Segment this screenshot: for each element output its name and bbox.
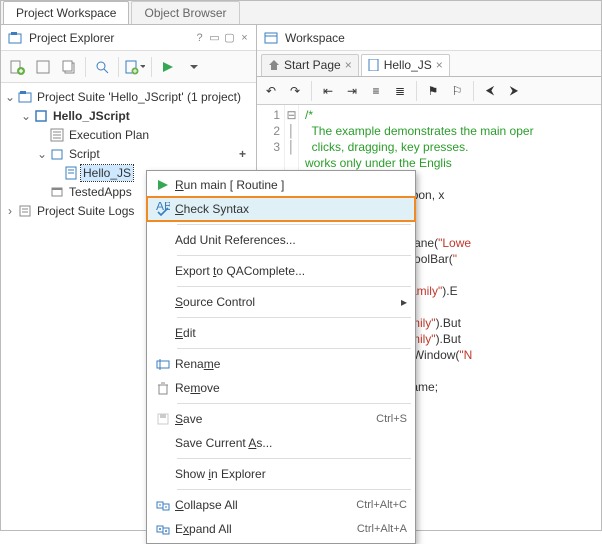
project-explorer-toolbar — [1, 51, 256, 83]
script-file-icon — [368, 59, 380, 71]
menu-accelerator: Ctrl+Alt+A — [357, 523, 407, 535]
menu-collapse-all[interactable]: Collapse AllCtrl+Alt+C — [147, 493, 415, 517]
menu-label: Source Control — [175, 295, 401, 309]
open-button[interactable] — [31, 55, 55, 79]
nav-fwd-button[interactable]: ⮞ — [504, 81, 524, 101]
menu-label: Check Syntax — [175, 202, 407, 216]
execution-plan-icon — [49, 127, 65, 143]
tab-object-browser[interactable]: Object Browser — [131, 1, 239, 24]
list-button[interactable]: ≡ — [366, 81, 386, 101]
bookmark2-button[interactable]: ⚐ — [447, 81, 467, 101]
tab-hello-js[interactable]: Hello_JS × — [361, 54, 450, 76]
undo-button[interactable]: ↶ — [261, 81, 281, 101]
menu-remove[interactable]: Remove — [147, 376, 415, 400]
menu-accelerator: Ctrl+S — [376, 413, 407, 425]
tested-apps-icon — [49, 184, 65, 200]
twisty-icon[interactable]: ⌄ — [3, 90, 17, 104]
run-menu-button[interactable] — [182, 55, 206, 79]
check-icon: ABC — [151, 202, 175, 216]
new-item-button[interactable] — [5, 55, 29, 79]
workspace-icon — [263, 30, 279, 46]
save-icon — [151, 412, 175, 426]
menu-label: Collapse All — [175, 498, 356, 512]
collapse-icon — [151, 498, 175, 512]
close-icon[interactable]: × — [345, 58, 352, 72]
script-folder-icon — [49, 146, 65, 162]
logs-icon — [17, 203, 33, 219]
editor-toolbar: ↶ ↷ ⇤ ⇥ ≡ ≣ ⚑ ⚐ ⮜ ⮞ — [257, 77, 601, 105]
project-icon — [33, 108, 49, 124]
project-explorer-header: Project Explorer ? ▭ ▢ × — [1, 25, 256, 51]
twisty-icon[interactable]: ⌄ — [35, 147, 49, 161]
submenu-arrow-icon: ▸ — [401, 295, 407, 309]
twisty-icon[interactable]: ⌄ — [19, 109, 33, 123]
menu-check-syntax[interactable]: ABC Check Syntax — [147, 197, 415, 221]
run-icon — [151, 178, 175, 192]
menu-add-unit-references: Add Unit References... — [147, 228, 415, 252]
pin-icon[interactable]: ▢ — [224, 32, 235, 43]
expand-icon — [151, 522, 175, 536]
menu-export-to-qacomplete[interactable]: Export to QAComplete... — [147, 259, 415, 283]
window-pos-icon[interactable]: ▭ — [209, 32, 220, 43]
tab-project-workspace[interactable]: Project Workspace — [3, 1, 129, 24]
document-tabs: Start Page × Hello_JS × — [257, 51, 601, 77]
workspace-tabs: Project Workspace Object Browser — [1, 1, 601, 25]
tab-start-page[interactable]: Start Page × — [261, 54, 359, 76]
menu-label: Add Unit References... — [175, 233, 407, 247]
menu-expand-all[interactable]: Expand AllCtrl+Alt+A — [147, 517, 415, 541]
menu-rename[interactable]: Rename — [147, 352, 415, 376]
add-dropdown-button[interactable] — [123, 55, 147, 79]
indent-button[interactable]: ⇥ — [342, 81, 362, 101]
project-explorer-title: Project Explorer — [29, 31, 190, 45]
context-menu: Run main [ Routine ] ABC Check Syntax Add U… — [146, 170, 416, 544]
menu-accelerator: Ctrl+Alt+C — [356, 499, 407, 511]
outdent-button[interactable]: ⇤ — [318, 81, 338, 101]
nav-back-button[interactable]: ⮜ — [480, 81, 500, 101]
script-file-icon — [63, 165, 79, 181]
tree-script[interactable]: ⌄ Script — [1, 144, 256, 163]
list2-button[interactable]: ≣ — [390, 81, 410, 101]
svg-text:ABC: ABC — [156, 202, 170, 213]
menu-show-in-explorer[interactable]: Show in Explorer — [147, 462, 415, 486]
workspace-title: Workspace — [285, 31, 595, 45]
close-icon[interactable]: × — [436, 58, 443, 72]
copy-button[interactable] — [57, 55, 81, 79]
bookmark-button[interactable]: ⚑ — [423, 81, 443, 101]
home-icon — [268, 59, 280, 71]
tree-suite[interactable]: ⌄ Project Suite 'Hello_JScript' (1 proje… — [1, 87, 256, 106]
rename-icon — [151, 357, 175, 371]
menu-label: Remove — [175, 381, 407, 395]
help-icon[interactable]: ? — [194, 32, 205, 43]
run-button[interactable] — [156, 55, 180, 79]
workspace-header: Workspace — [257, 25, 601, 51]
menu-label: Expand All — [175, 522, 357, 536]
menu-label: Save — [175, 412, 376, 426]
tree-exec-plan[interactable]: Execution Plan — [1, 125, 256, 144]
project-explorer-icon — [7, 30, 23, 46]
redo-button[interactable]: ↷ — [285, 81, 305, 101]
menu-save-current-as[interactable]: Save Current As... — [147, 431, 415, 455]
twisty-icon[interactable]: › — [3, 204, 17, 218]
menu-source-control[interactable]: Source Control▸ — [147, 290, 415, 314]
menu-label: Rename — [175, 357, 407, 371]
menu-label: Save Current As... — [175, 436, 407, 450]
menu-edit[interactable]: Edit — [147, 321, 415, 345]
menu-label: Run main [ Routine ] — [175, 178, 407, 192]
suite-icon — [17, 89, 33, 105]
menu-label: Edit — [175, 326, 407, 340]
menu-save: SaveCtrl+S — [147, 407, 415, 431]
tree-project[interactable]: ⌄ Hello_JScript — [1, 106, 256, 125]
close-icon[interactable]: × — [239, 32, 250, 43]
menu-label: Export to QAComplete... — [175, 264, 407, 278]
find-button[interactable] — [90, 55, 114, 79]
remove-icon — [151, 381, 175, 395]
menu-run-main-routine[interactable]: Run main [ Routine ] — [147, 173, 415, 197]
menu-label: Show in Explorer — [175, 467, 407, 481]
